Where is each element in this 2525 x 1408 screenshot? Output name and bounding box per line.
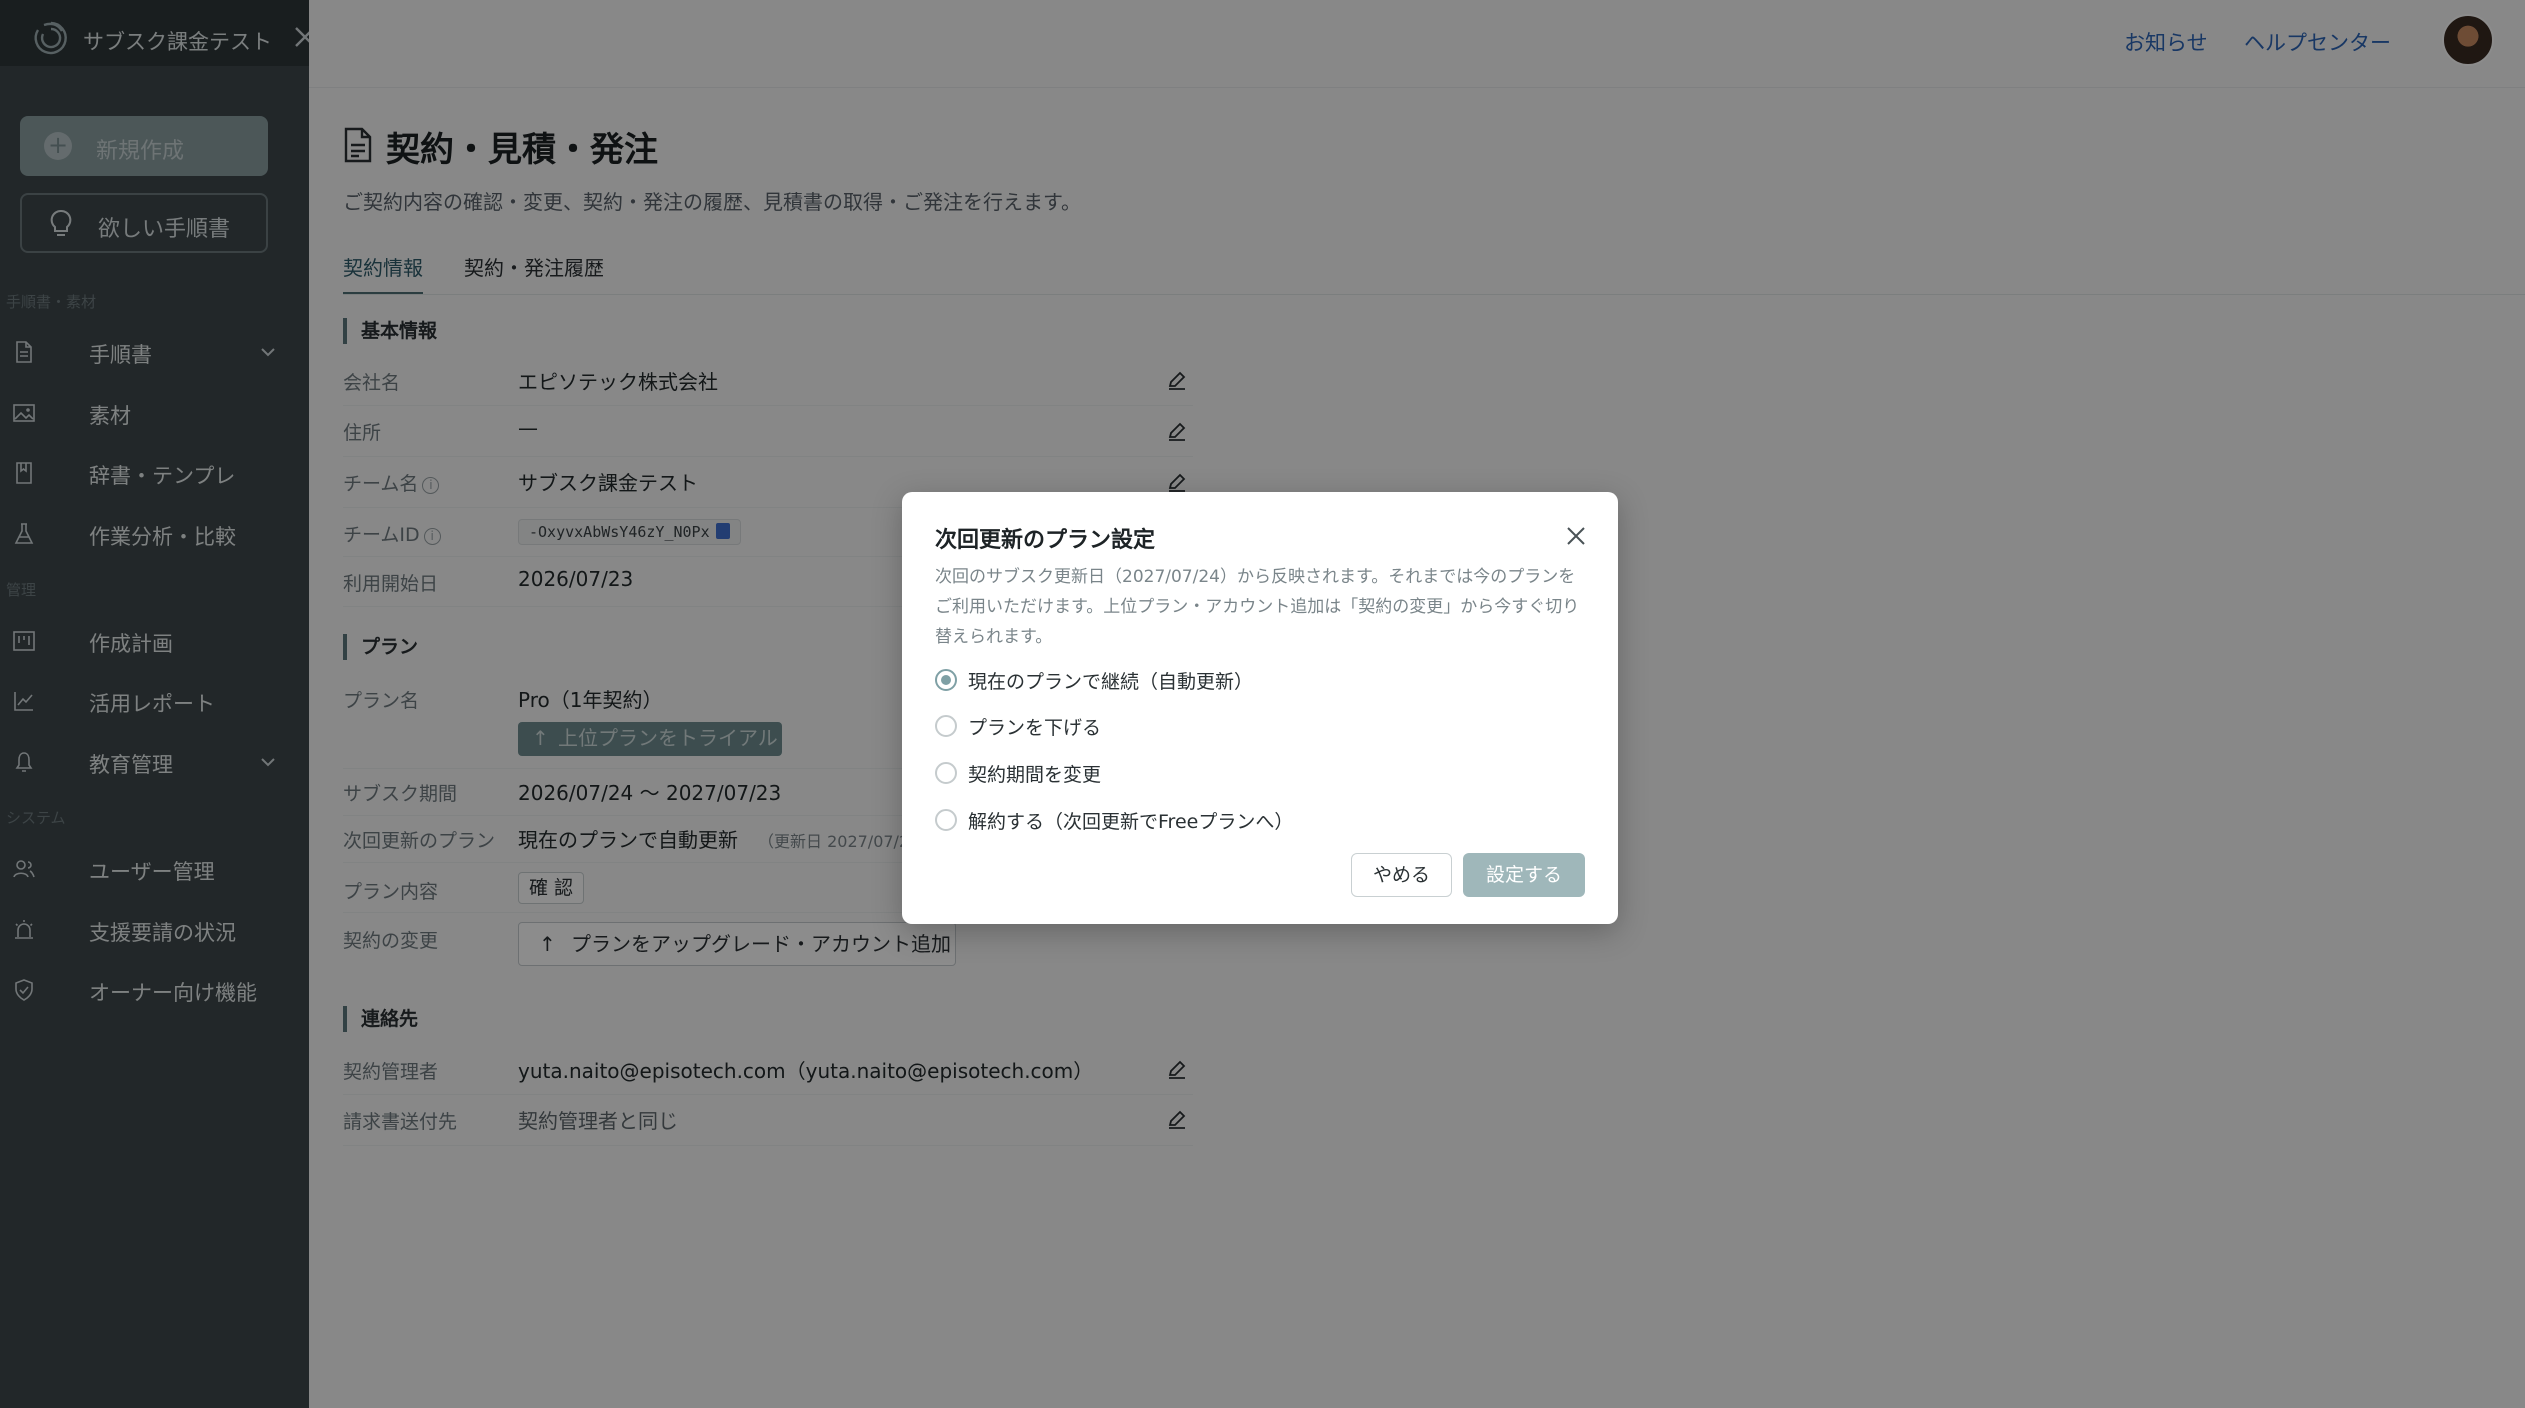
cancel-button[interactable]: やめる [1351,853,1452,897]
next-renewal-plan-dialog: 次回更新のプラン設定 次回のサブスク更新日（2027/07/24）から反映されま… [902,492,1618,924]
dialog-title: 次回更新のプラン設定 [935,528,1156,553]
option-continue-plan[interactable]: 現在のプランで継続（自動更新） [935,665,1575,695]
option-downgrade-plan[interactable]: プランを下げる [935,711,1575,741]
option-label: 現在のプランで継続（自動更新） [968,671,1254,693]
radio-button[interactable] [935,809,957,831]
option-label: プランを下げる [968,717,1102,739]
submit-button[interactable]: 設定する [1463,853,1585,897]
option-change-period[interactable]: 契約期間を変更 [935,758,1575,788]
radio-button-selected[interactable] [935,669,957,691]
radio-button[interactable] [935,715,957,737]
option-label: 解約する（次回更新でFreeプランへ） [968,811,1294,833]
option-label: 契約期間を変更 [968,764,1102,786]
radio-button[interactable] [935,762,957,784]
dialog-description: 次回のサブスク更新日（2027/07/24）から反映されます。それまでは今のプラ… [935,567,1580,647]
close-icon[interactable] [1564,524,1588,548]
option-cancel-subscription[interactable]: 解約する（次回更新でFreeプランへ） [935,805,1575,835]
